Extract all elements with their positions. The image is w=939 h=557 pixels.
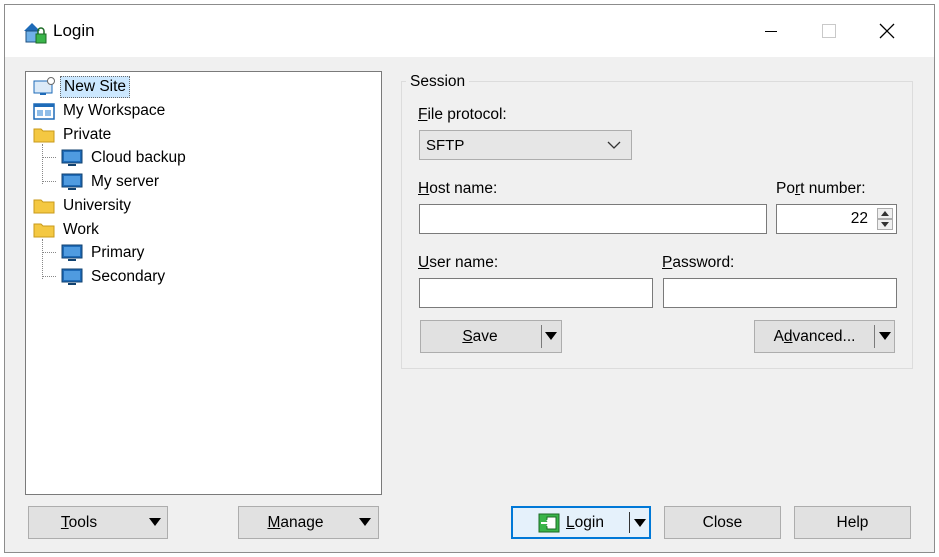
winscp-app-icon xyxy=(21,20,47,44)
advanced-button[interactable]: Advanced... xyxy=(754,320,895,353)
spin-down-button[interactable] xyxy=(877,219,893,230)
computer-icon xyxy=(60,243,84,263)
workspace-icon xyxy=(32,101,56,121)
tree-item-my-server[interactable]: My server xyxy=(60,171,162,193)
chevron-down-icon xyxy=(607,139,621,151)
tree-item-primary[interactable]: Primary xyxy=(60,242,147,264)
spin-up-button[interactable] xyxy=(877,208,893,219)
login-window: Login New Site xyxy=(4,4,935,553)
host-name-label: Host name: xyxy=(418,180,497,198)
tree-item-label: University xyxy=(60,196,134,216)
port-number-label: Port number: xyxy=(776,180,866,198)
tree-item-label: Private xyxy=(60,125,114,145)
close-button[interactable]: Close xyxy=(664,506,781,539)
title-bar: Login xyxy=(5,5,934,57)
session-group-title: Session xyxy=(406,73,469,91)
computer-icon xyxy=(60,148,84,168)
window-title: Login xyxy=(53,21,95,41)
new-site-icon xyxy=(32,77,56,97)
maximize-button[interactable] xyxy=(800,5,858,57)
minimize-button[interactable] xyxy=(742,5,800,57)
password-label: Password: xyxy=(662,254,734,272)
save-button[interactable]: Save xyxy=(420,320,562,353)
computer-icon xyxy=(60,172,84,192)
dropdown-arrow-icon[interactable] xyxy=(545,332,557,340)
tree-item-label: Cloud backup xyxy=(88,148,189,168)
tree-item-secondary[interactable]: Secondary xyxy=(60,266,168,288)
login-button[interactable]: Login xyxy=(511,506,651,539)
tree-item-label: New Site xyxy=(60,76,130,98)
host-name-input[interactable] xyxy=(419,204,767,234)
folder-icon xyxy=(32,125,56,145)
tree-item-work[interactable]: Work xyxy=(32,219,102,241)
tree-item-label: Secondary xyxy=(88,267,168,287)
folder-icon xyxy=(32,220,56,240)
folder-icon xyxy=(32,196,56,216)
tree-connector xyxy=(42,239,43,279)
file-protocol-select[interactable]: SFTP xyxy=(419,130,632,160)
port-number-spinner[interactable]: 22 xyxy=(776,204,897,234)
file-protocol-label: File protocol: xyxy=(418,106,507,124)
dropdown-arrow-icon[interactable] xyxy=(634,519,646,527)
user-name-input[interactable] xyxy=(419,278,653,308)
tree-item-label: Primary xyxy=(88,243,147,263)
dropdown-arrow-icon xyxy=(149,518,161,526)
file-protocol-value: SFTP xyxy=(426,137,464,154)
tree-item-label: Work xyxy=(60,220,102,240)
tree-item-label: My Workspace xyxy=(60,101,168,121)
tree-item-label: My server xyxy=(88,172,162,192)
tools-button[interactable]: Tools xyxy=(28,506,168,539)
help-button[interactable]: Help xyxy=(794,506,911,539)
tree-connector xyxy=(42,181,56,182)
tree-connector xyxy=(42,144,43,184)
tree-item-private[interactable]: Private xyxy=(32,124,114,146)
tree-connector xyxy=(42,252,56,253)
password-input[interactable] xyxy=(663,278,897,308)
arrow-down-icon xyxy=(881,222,889,227)
port-number-value: 22 xyxy=(851,210,868,228)
dropdown-arrow-icon[interactable] xyxy=(879,332,891,340)
login-icon xyxy=(538,513,560,533)
arrow-up-icon xyxy=(881,211,889,216)
tree-item-my-workspace[interactable]: My Workspace xyxy=(32,100,168,122)
user-name-label: User name: xyxy=(418,254,498,272)
tree-connector xyxy=(42,157,56,158)
maximize-icon xyxy=(822,24,836,38)
tree-item-university[interactable]: University xyxy=(32,195,134,217)
manage-button[interactable]: Manage xyxy=(238,506,379,539)
tree-item-cloud-backup[interactable]: Cloud backup xyxy=(60,147,189,169)
close-window-button[interactable] xyxy=(858,5,916,57)
site-tree[interactable]: New Site My Workspace Private Cloud back… xyxy=(25,71,382,495)
tree-connector xyxy=(42,276,56,277)
tree-item-new-site[interactable]: New Site xyxy=(32,76,130,98)
close-icon xyxy=(879,23,895,39)
computer-icon xyxy=(60,267,84,287)
dropdown-arrow-icon xyxy=(359,518,371,526)
minimize-icon xyxy=(765,31,777,32)
